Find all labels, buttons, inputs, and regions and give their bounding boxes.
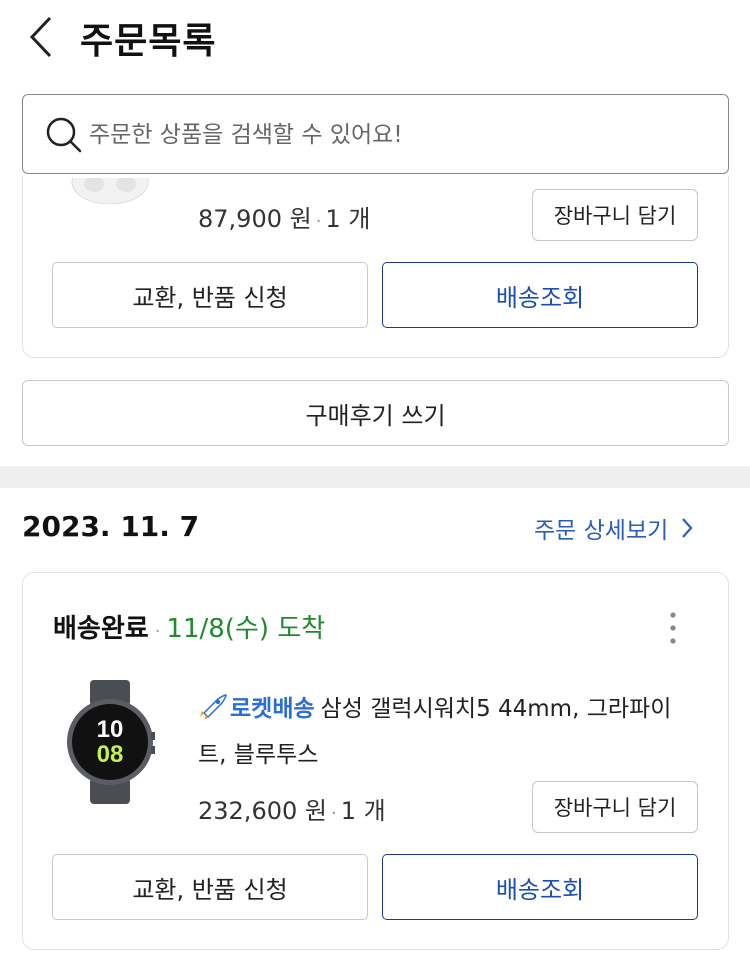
page-title: 주문목록 xyxy=(80,21,217,62)
product-price: 87,900 원 xyxy=(198,205,312,233)
price-quantity: 232,600 원 · 1 개 xyxy=(198,797,386,825)
product-quantity: 1 개 xyxy=(325,205,371,233)
order-detail-label: 주문 상세보기 xyxy=(534,518,669,544)
search-box[interactable] xyxy=(22,94,729,174)
add-to-cart-button[interactable]: 장바구니 담기 xyxy=(532,781,698,833)
exchange-return-button[interactable]: 교환, 반품 신청 xyxy=(52,262,368,328)
watch-minute: 08 xyxy=(97,741,124,768)
track-delivery-button[interactable]: 배송조회 xyxy=(382,854,698,920)
order-detail-link[interactable]: 주문 상세보기 xyxy=(534,511,694,545)
price-quantity: 87,900 원 · 1 개 xyxy=(198,205,371,233)
search-icon xyxy=(46,117,82,153)
product-image: 10 08 xyxy=(67,680,155,804)
app-header: 주문목록 xyxy=(0,0,750,80)
product-quantity: 1 개 xyxy=(340,797,386,825)
search-input[interactable] xyxy=(89,115,689,155)
write-review-button[interactable]: 구매후기 쓰기 xyxy=(22,380,729,446)
track-delivery-button[interactable]: 배송조회 xyxy=(382,262,698,328)
back-button[interactable] xyxy=(26,14,56,60)
product-price: 232,600 원 xyxy=(198,797,327,825)
delivery-status: 배송완료 · 11/8(수) 도착 xyxy=(53,608,325,645)
product-title[interactable]: 로켓배송 삼성 갤럭시워치5 44mm, 그라파이트, 블루투스 xyxy=(198,686,698,778)
rocket-delivery-badge: 로켓배송 xyxy=(230,696,315,722)
status-label: 배송완료 xyxy=(53,614,149,644)
back-arrow-icon xyxy=(29,16,52,58)
arrival-date: 11/8(수) 도착 xyxy=(166,614,326,644)
product-thumbnail xyxy=(70,178,150,204)
more-vertical-icon[interactable] xyxy=(664,610,682,646)
add-to-cart-button[interactable]: 장바구니 담기 xyxy=(532,189,698,241)
chevron-right-icon xyxy=(682,518,693,538)
exchange-return-button[interactable]: 교환, 반품 신청 xyxy=(52,854,368,920)
rocket-icon xyxy=(200,694,227,719)
order-date: 2023. 11. 7 xyxy=(22,510,200,543)
section-divider xyxy=(0,466,750,488)
watch-hour: 10 xyxy=(97,716,124,743)
